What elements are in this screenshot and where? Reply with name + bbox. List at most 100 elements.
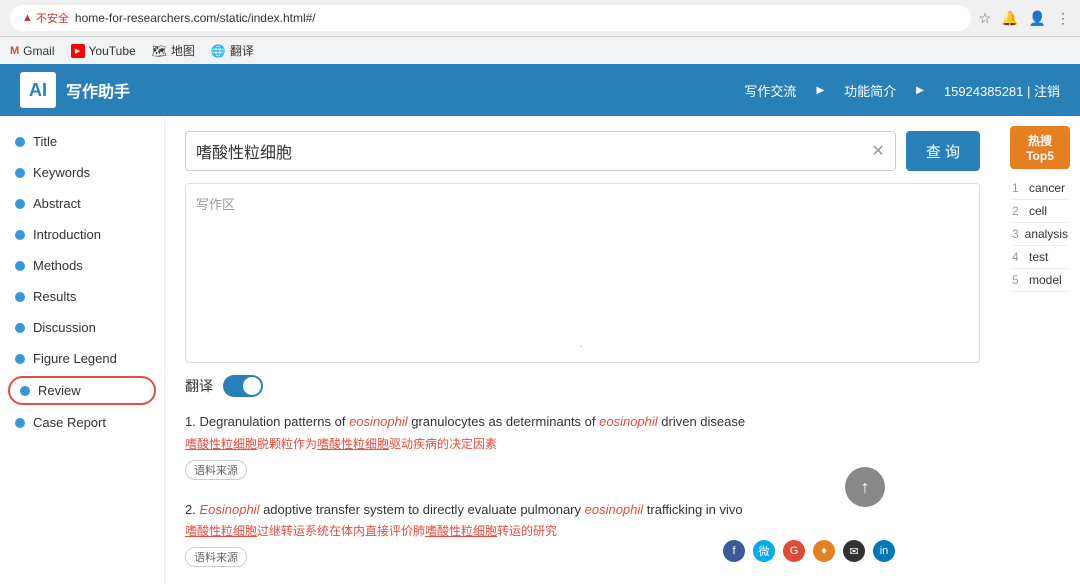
sidebar-dot xyxy=(20,386,30,396)
sidebar-dot xyxy=(15,168,25,178)
hot-rank: 4 xyxy=(1012,250,1024,264)
sidebar-label: Results xyxy=(33,289,76,304)
sidebar-label: Figure Legend xyxy=(33,351,117,366)
hot-rank: 5 xyxy=(1012,273,1024,287)
writing-dot: · xyxy=(579,341,582,352)
hot-rank: 2 xyxy=(1012,204,1024,218)
logo-icon: AI xyxy=(20,72,56,108)
gmail-icon: M xyxy=(10,45,19,57)
result-trans-link2[interactable]: 嗜酸性粒细胞 xyxy=(317,437,389,451)
sidebar-dot xyxy=(15,323,25,333)
sidebar-dot xyxy=(15,292,25,302)
result-trans2-link1[interactable]: 嗜酸性粒细胞 xyxy=(185,524,257,538)
gmail-label: Gmail xyxy=(23,44,54,58)
hot-word: analysis xyxy=(1025,227,1068,241)
account-icon[interactable]: 👤 xyxy=(1029,10,1046,27)
translate-label: 翻译 xyxy=(185,376,213,396)
app-logo: AI 写作助手 xyxy=(20,72,130,108)
hot-item-4[interactable]: 4 test xyxy=(1010,246,1070,269)
sidebar-label: Introduction xyxy=(33,227,101,242)
main-layout: Title Keywords Abstract Introduction Met… xyxy=(0,116,1080,584)
sidebar-label: Title xyxy=(33,134,57,149)
content-area: ✕ 查 询 写作区 · 翻译 1. Degranulation patterns… xyxy=(165,116,1000,584)
nav-account[interactable]: 15924385281 | 注销 xyxy=(944,81,1060,100)
sidebar-dot xyxy=(15,230,25,240)
result-translation-1: 嗜酸性粒细胞脱颗粒作为嗜酸性粒细胞驱动疾病的决定因素 xyxy=(185,435,980,454)
hot-item-3[interactable]: 3 analysis xyxy=(1010,223,1070,246)
sidebar-dot xyxy=(15,418,25,428)
url-text: home-for-researchers.com/static/index.ht… xyxy=(75,11,316,25)
nav-arrow-1: ▶ xyxy=(816,85,824,96)
sidebar-item-methods[interactable]: Methods xyxy=(0,250,164,281)
hot-item-2[interactable]: 2 cell xyxy=(1010,200,1070,223)
hot-rank: 1 xyxy=(1012,181,1024,195)
result-italic2-1: Eosinophil xyxy=(199,502,259,517)
sidebar-label: Methods xyxy=(33,258,83,273)
sidebar-item-results[interactable]: Results xyxy=(0,281,164,312)
sidebar-item-figure-legend[interactable]: Figure Legend xyxy=(0,343,164,374)
star-icon[interactable]: ☆ xyxy=(979,10,992,27)
translate-toggle[interactable] xyxy=(223,375,263,397)
sidebar-item-keywords[interactable]: Keywords xyxy=(0,157,164,188)
youtube-label: YouTube xyxy=(89,44,136,58)
rss-icon[interactable]: ♦ xyxy=(813,540,835,562)
hot-word: model xyxy=(1029,273,1062,287)
bookmark-youtube[interactable]: YouTube xyxy=(71,44,136,58)
writing-placeholder: 写作区 xyxy=(196,197,235,212)
sidebar-dot xyxy=(15,199,25,209)
result-trans-link1[interactable]: 嗜酸性粒细胞 xyxy=(185,437,257,451)
hot-word: cancer xyxy=(1029,181,1065,195)
search-row: ✕ 查 询 xyxy=(185,131,980,171)
hot-word: test xyxy=(1029,250,1048,264)
weibo-icon[interactable]: 微 xyxy=(753,540,775,562)
sidebar-item-review[interactable]: Review xyxy=(8,376,156,405)
browser-chrome: ▲ 不安全 home-for-researchers.com/static/in… xyxy=(0,0,1080,64)
bookmark-translate[interactable]: 🌐 翻译 xyxy=(211,42,254,59)
sidebar-item-discussion[interactable]: Discussion xyxy=(0,312,164,343)
linkedin-icon[interactable]: in xyxy=(873,540,895,562)
sidebar-label: Abstract xyxy=(33,196,81,211)
sidebar-item-abstract[interactable]: Abstract xyxy=(0,188,164,219)
nav-writing[interactable]: 写作交流 xyxy=(744,81,796,100)
browser-toolbar: ▲ 不安全 home-for-researchers.com/static/in… xyxy=(0,0,1080,36)
app-header: AI 写作助手 写作交流 ▶ 功能简介 ▶ 15924385281 | 注销 xyxy=(0,64,1080,116)
app-nav: 写作交流 ▶ 功能简介 ▶ 15924385281 | 注销 xyxy=(744,81,1060,100)
address-bar[interactable]: ▲ 不安全 home-for-researchers.com/static/in… xyxy=(10,5,971,31)
result-number: 1. xyxy=(185,414,196,429)
hot-item-5[interactable]: 5 model xyxy=(1010,269,1070,292)
source-tag-2[interactable]: 语料来源 xyxy=(185,547,247,567)
social-bar: f 微 G ♦ ✉ in xyxy=(718,535,900,567)
result-text-mid: granulocytes as determinants of xyxy=(408,414,600,429)
hot-item-1[interactable]: 1 cancer xyxy=(1010,177,1070,200)
search-input[interactable] xyxy=(196,142,863,160)
sidebar-label: Case Report xyxy=(33,415,106,430)
writing-area[interactable]: 写作区 · xyxy=(185,183,980,363)
sidebar-label: Keywords xyxy=(33,165,90,180)
facebook-icon[interactable]: f xyxy=(723,540,745,562)
app-name: 写作助手 xyxy=(66,78,130,102)
search-button[interactable]: 查 询 xyxy=(906,131,980,171)
nav-arrow-2: ▶ xyxy=(916,85,924,96)
content-inner: ✕ 查 询 写作区 · 翻译 1. Degranulation patterns… xyxy=(185,131,980,567)
hot-rank: 3 xyxy=(1012,227,1020,241)
right-panel: 热搜 Top5 1 cancer 2 cell 3 analysis 4 tes… xyxy=(1000,116,1080,584)
result-italic-2: eosinophil xyxy=(599,414,658,429)
nav-features[interactable]: 功能简介 xyxy=(844,81,896,100)
result-trans2-link2[interactable]: 嗜酸性粒细胞 xyxy=(425,524,497,538)
sidebar-item-introduction[interactable]: Introduction xyxy=(0,219,164,250)
bookmark-maps[interactable]: 🗺 地图 xyxy=(152,42,195,59)
maps-label: 地图 xyxy=(171,42,195,59)
translate-row: 翻译 xyxy=(185,375,980,397)
google-icon[interactable]: G xyxy=(783,540,805,562)
github-icon[interactable]: ✉ xyxy=(843,540,865,562)
result-text-after2: trafficking in vivo xyxy=(643,502,742,517)
clear-icon[interactable]: ✕ xyxy=(871,141,884,161)
bookmark-gmail[interactable]: M Gmail xyxy=(10,44,55,58)
menu-icon[interactable]: ⋮ xyxy=(1056,10,1070,27)
source-tag-1[interactable]: 语料来源 xyxy=(185,460,247,480)
bell-icon[interactable]: 🔔 xyxy=(1001,10,1018,27)
sidebar-item-case-report[interactable]: Case Report xyxy=(0,407,164,438)
translate-label: 翻译 xyxy=(230,42,254,59)
search-input-wrap: ✕ xyxy=(185,131,896,171)
sidebar-item-title[interactable]: Title xyxy=(0,126,164,157)
